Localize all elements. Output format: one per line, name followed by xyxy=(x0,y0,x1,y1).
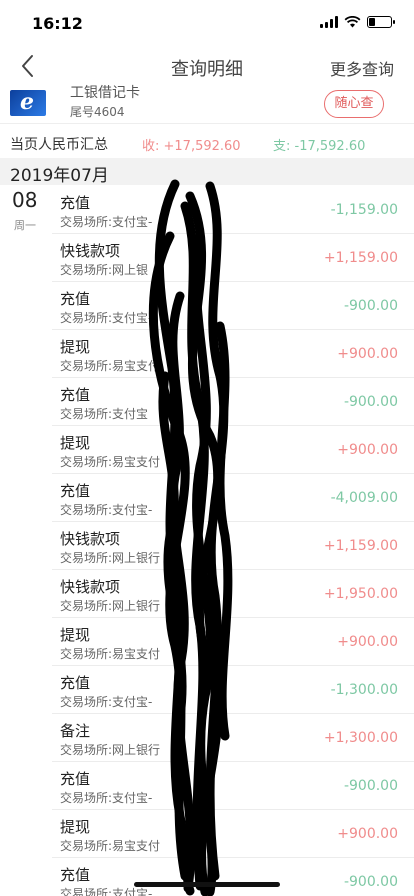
transaction-list: 充值 交易场所:支付宝- -1,159.00 快钱款项 交易场所:网上银 +1,159.0… xyxy=(0,186,414,896)
transaction-amount: +1,950.00 xyxy=(323,586,398,602)
transaction-title: 充值 xyxy=(60,866,91,884)
transaction-place: 交易场所:支付宝- xyxy=(60,503,153,517)
transaction-title: 充值 xyxy=(60,194,91,212)
card-name: 工银借记卡 xyxy=(70,85,140,101)
transaction-title: 提现 xyxy=(60,338,91,356)
more-query-button[interactable]: 更多查询 xyxy=(330,56,394,80)
transaction-amount: -1,159.00 xyxy=(330,202,398,218)
wifi-icon xyxy=(344,16,361,28)
transaction-title: 提现 xyxy=(60,818,91,836)
transaction-row[interactable]: 充值交易场所:支付宝- -1,300.00 xyxy=(0,666,414,714)
transaction-title: 充值 xyxy=(60,386,91,404)
transaction-amount: -900.00 xyxy=(343,778,398,794)
transaction-place: 交易场所:支付宝- xyxy=(60,215,153,229)
transaction-place: 交易场所:易宝支付 xyxy=(60,455,161,469)
transaction-amount: +1,159.00 xyxy=(323,538,398,554)
transaction-row[interactable]: 快钱款项交易场所:网上银行 +1,159.00 xyxy=(0,522,414,570)
status-time: 16:12 xyxy=(32,14,83,33)
transaction-title: 充值 xyxy=(60,482,91,500)
transaction-row[interactable]: 提现交易场所:易宝支付 +900.00 xyxy=(0,618,414,666)
transaction-title: 提现 xyxy=(60,626,91,644)
transaction-row[interactable]: 备注交易场所:网上银行 +1,300.00 xyxy=(0,714,414,762)
transaction-row[interactable]: 提现交易场所:易宝支付 +900.00 xyxy=(0,810,414,858)
transaction-row[interactable]: 充值交易场所:支付宝- -1,159.00 xyxy=(0,186,414,234)
transaction-amount: +1,159.00 xyxy=(323,250,398,266)
transaction-place: 交易场所:易宝支付 xyxy=(60,839,161,853)
transaction-place: 交易场所:网上银行 xyxy=(60,599,161,613)
bank-card-logo-icon: e xyxy=(10,90,46,116)
transaction-place: 交易场所:支付宝- xyxy=(60,791,153,805)
transaction-place: 交易场所:易宝支付 xyxy=(60,647,161,661)
nav-bar: 查询明细 更多查询 xyxy=(0,44,414,88)
summary-income: 收: +17,592.60 xyxy=(142,139,241,154)
summary-label: 当页人民币汇总 xyxy=(10,137,108,153)
transaction-row[interactable]: 提现交易场所:易宝支付 +900.00 xyxy=(0,330,414,378)
transaction-place: 交易场所:支付宝 xyxy=(60,407,149,421)
quick-query-button[interactable]: 随心查 xyxy=(324,90,384,118)
card-tail-number: 尾号4604 xyxy=(70,105,125,119)
transaction-place: 交易场所:支付宝- xyxy=(60,695,153,709)
transaction-title: 快钱款项 xyxy=(60,578,121,596)
month-label: 2019年07月 xyxy=(10,166,109,186)
transaction-row[interactable]: 充值交易场所:支付宝 -900.00 xyxy=(0,378,414,426)
summary-bar: 当页人民币汇总 收: +17,592.60 支: -17,592.60 xyxy=(0,124,414,158)
transaction-amount: -1,300.00 xyxy=(330,682,398,698)
transaction-amount: +1,300.00 xyxy=(323,730,398,746)
transaction-amount: -900.00 xyxy=(343,394,398,410)
transaction-amount: +900.00 xyxy=(337,634,398,650)
battery-icon xyxy=(367,16,395,28)
summary-expense: 支: -17,592.60 xyxy=(273,139,366,154)
transaction-row[interactable]: 快钱款项交易场所:网上银行 +1,950.00 xyxy=(0,570,414,618)
transaction-amount: +900.00 xyxy=(337,346,398,362)
transaction-amount: +900.00 xyxy=(337,442,398,458)
status-bar: 16:12 xyxy=(0,0,414,44)
card-row: e 工银借记卡 尾号4604 随心查 xyxy=(0,85,414,124)
transaction-place: 交易场所:网上银行 xyxy=(60,551,161,565)
transaction-title: 充值 xyxy=(60,290,91,308)
transaction-place: 交易场所:网上银 xyxy=(60,263,149,277)
transaction-row[interactable]: 充值 交易场所:支付宝- -900.00 xyxy=(0,858,414,896)
transaction-row[interactable]: 充值交易场所:支付宝- -900.00 xyxy=(0,282,414,330)
transaction-title: 充值 xyxy=(60,674,91,692)
transaction-title: 快钱款项 xyxy=(60,530,121,548)
home-indicator xyxy=(134,882,280,887)
transaction-row[interactable]: 快钱款项交易场所:网上银 +1,159.00 xyxy=(0,234,414,282)
transaction-row[interactable]: 充值交易场所:支付宝- -4,009.00 xyxy=(0,474,414,522)
transaction-place: 交易场所:易宝支付 xyxy=(60,359,161,373)
transaction-amount: -900.00 xyxy=(343,874,398,890)
transaction-amount: -900.00 xyxy=(343,298,398,314)
transaction-title: 提现 xyxy=(60,434,91,452)
transaction-title: 快钱款项 xyxy=(60,242,121,260)
signal-icon xyxy=(320,16,338,28)
transaction-place: 交易场所:网上银行 xyxy=(60,743,161,757)
status-icons xyxy=(320,16,395,28)
transaction-amount: +900.00 xyxy=(337,826,398,842)
transaction-amount: -4,009.00 xyxy=(330,490,398,506)
month-header: 2019年07月 xyxy=(0,158,414,186)
transaction-place: 交易场所:支付宝- xyxy=(60,311,153,325)
transaction-title: 充值 xyxy=(60,770,91,788)
transaction-row[interactable]: 提现交易场所:易宝支付 +900.00 xyxy=(0,426,414,474)
transaction-title: 备注 xyxy=(60,722,91,740)
transaction-row[interactable]: 充值交易场所:支付宝- -900.00 xyxy=(0,762,414,810)
